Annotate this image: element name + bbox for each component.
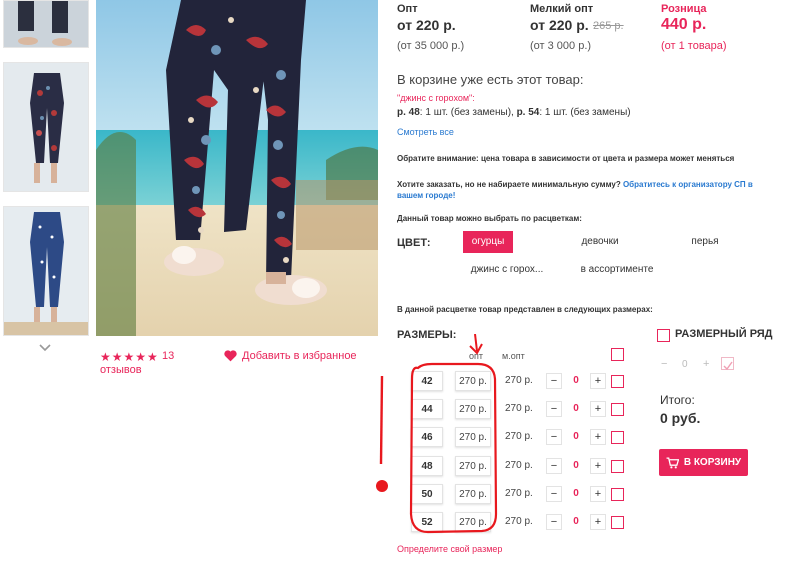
size-row-minus-button[interactable]: − <box>661 358 667 370</box>
size-checkbox[interactable] <box>611 431 624 444</box>
rating-count[interactable]: 13 <box>162 350 174 362</box>
price-opt-label: Опт <box>397 3 418 15</box>
size-row-plus-button[interactable]: + <box>703 358 709 370</box>
size-checkbox[interactable] <box>611 403 624 416</box>
price-opt-value: от 220 р. <box>397 17 456 33</box>
thumbnail-3[interactable] <box>3 206 89 336</box>
qty-minus-button[interactable]: − <box>546 373 562 389</box>
colors-intro: Данный товар можно выбрать по расцветкам… <box>397 214 582 223</box>
qty-plus-button[interactable]: + <box>590 458 606 474</box>
see-all-link[interactable]: Смотреть все <box>397 127 454 137</box>
price-retail-label: Розница <box>661 3 707 15</box>
price-retail-value: 440 р. <box>661 16 707 33</box>
chevron-down-icon[interactable] <box>38 340 52 352</box>
color-label: ЦВЕТ: <box>397 237 431 249</box>
qty-value[interactable]: 0 <box>570 516 582 527</box>
rating-stars: ★★★★★ <box>100 350 159 364</box>
size-checkbox[interactable] <box>611 375 624 388</box>
add-to-cart-label: В КОРЗИНУ <box>683 457 742 468</box>
size-row-qty[interactable]: 0 <box>682 359 688 370</box>
thumbnail-1[interactable] <box>3 0 89 48</box>
cart-size-b: р. 54 <box>516 107 540 118</box>
price-small-opt-label: Мелкий опт <box>530 3 594 15</box>
price-small-opt-value: от 220 р. <box>530 17 589 33</box>
add-to-favorites-link[interactable]: Добавить в избранное <box>242 350 357 362</box>
size-row-checkbox[interactable] <box>657 329 670 342</box>
qty-minus-button[interactable]: − <box>546 429 562 445</box>
qty-minus-button[interactable]: − <box>546 458 562 474</box>
qty-value[interactable]: 0 <box>570 488 582 499</box>
cart-icon <box>666 456 679 468</box>
qty-plus-button[interactable]: + <box>590 514 606 530</box>
cart-size-a: р. 48 <box>397 107 420 118</box>
cart-size-a-detail: : 1 шт. (без замены), <box>419 107 517 118</box>
reviews-link[interactable]: отзывов <box>100 364 142 376</box>
min-sum-question: Хотите заказать, но не набираете минимал… <box>397 180 621 189</box>
qty-value[interactable]: 0 <box>570 403 582 414</box>
qty-minus-button[interactable]: − <box>546 514 562 530</box>
size-checkbox[interactable] <box>611 516 624 529</box>
add-to-cart-button[interactable]: В КОРЗИНУ <box>659 449 748 476</box>
price-opt-min: (от 35 000 р.) <box>397 40 465 52</box>
qty-value[interactable]: 0 <box>570 431 582 442</box>
thumbnail-image <box>4 1 88 47</box>
qty-plus-button[interactable]: + <box>590 486 606 502</box>
size-checkbox[interactable] <box>611 460 624 473</box>
size-checkbox[interactable] <box>611 488 624 501</box>
price-small-opt-old: 265 р. <box>593 20 624 32</box>
qty-plus-button[interactable]: + <box>590 373 606 389</box>
qty-minus-button[interactable]: − <box>546 486 562 502</box>
price-small-opt-min: (от 3 000 р.) <box>530 40 592 52</box>
select-all-checkbox[interactable] <box>611 348 624 361</box>
cart-notice-title: В корзине уже есть этот товар: <box>397 72 584 87</box>
price-note: Обратите внимание: цена товара в зависим… <box>397 154 735 163</box>
color-option-active[interactable]: огурцы <box>463 231 513 253</box>
qty-minus-button[interactable]: − <box>546 401 562 417</box>
size-row-confirm-icon[interactable] <box>721 357 734 371</box>
annotation-overlay <box>376 334 498 534</box>
heart-icon[interactable] <box>224 349 237 367</box>
min-sum-note: Хотите заказать, но не набираете минимал… <box>397 179 767 201</box>
thumbnail-2[interactable] <box>3 62 89 192</box>
color-option[interactable]: джинс с горох... <box>468 259 546 281</box>
total-label: Итого: <box>660 393 695 407</box>
qty-value[interactable]: 0 <box>570 375 582 386</box>
color-option[interactable]: девочки <box>560 231 640 253</box>
thumbnail-image <box>4 63 88 191</box>
cart-item-name[interactable]: "джинс с горохом": <box>397 93 475 103</box>
qty-value[interactable]: 0 <box>570 460 582 471</box>
size-row-label: РАЗМЕРНЫЙ РЯД <box>675 328 773 340</box>
cart-size-b-detail: : 1 шт. (без замены) <box>539 107 631 118</box>
qty-plus-button[interactable]: + <box>590 429 606 445</box>
sizes-intro: В данной расцветке товар представлен в с… <box>397 305 653 314</box>
price-retail-min: (от 1 товара) <box>661 40 727 52</box>
cart-item-line: р. 48: 1 шт. (без замены), р. 54: 1 шт. … <box>397 107 631 118</box>
color-option[interactable]: в ассортименте <box>572 259 662 281</box>
qty-plus-button[interactable]: + <box>590 401 606 417</box>
define-size-link[interactable]: Определите свой размер <box>397 544 502 554</box>
color-option[interactable]: перья <box>670 231 740 253</box>
total-value: 0 руб. <box>660 410 701 426</box>
product-main-image[interactable] <box>96 0 378 336</box>
thumbnail-image <box>4 207 88 335</box>
